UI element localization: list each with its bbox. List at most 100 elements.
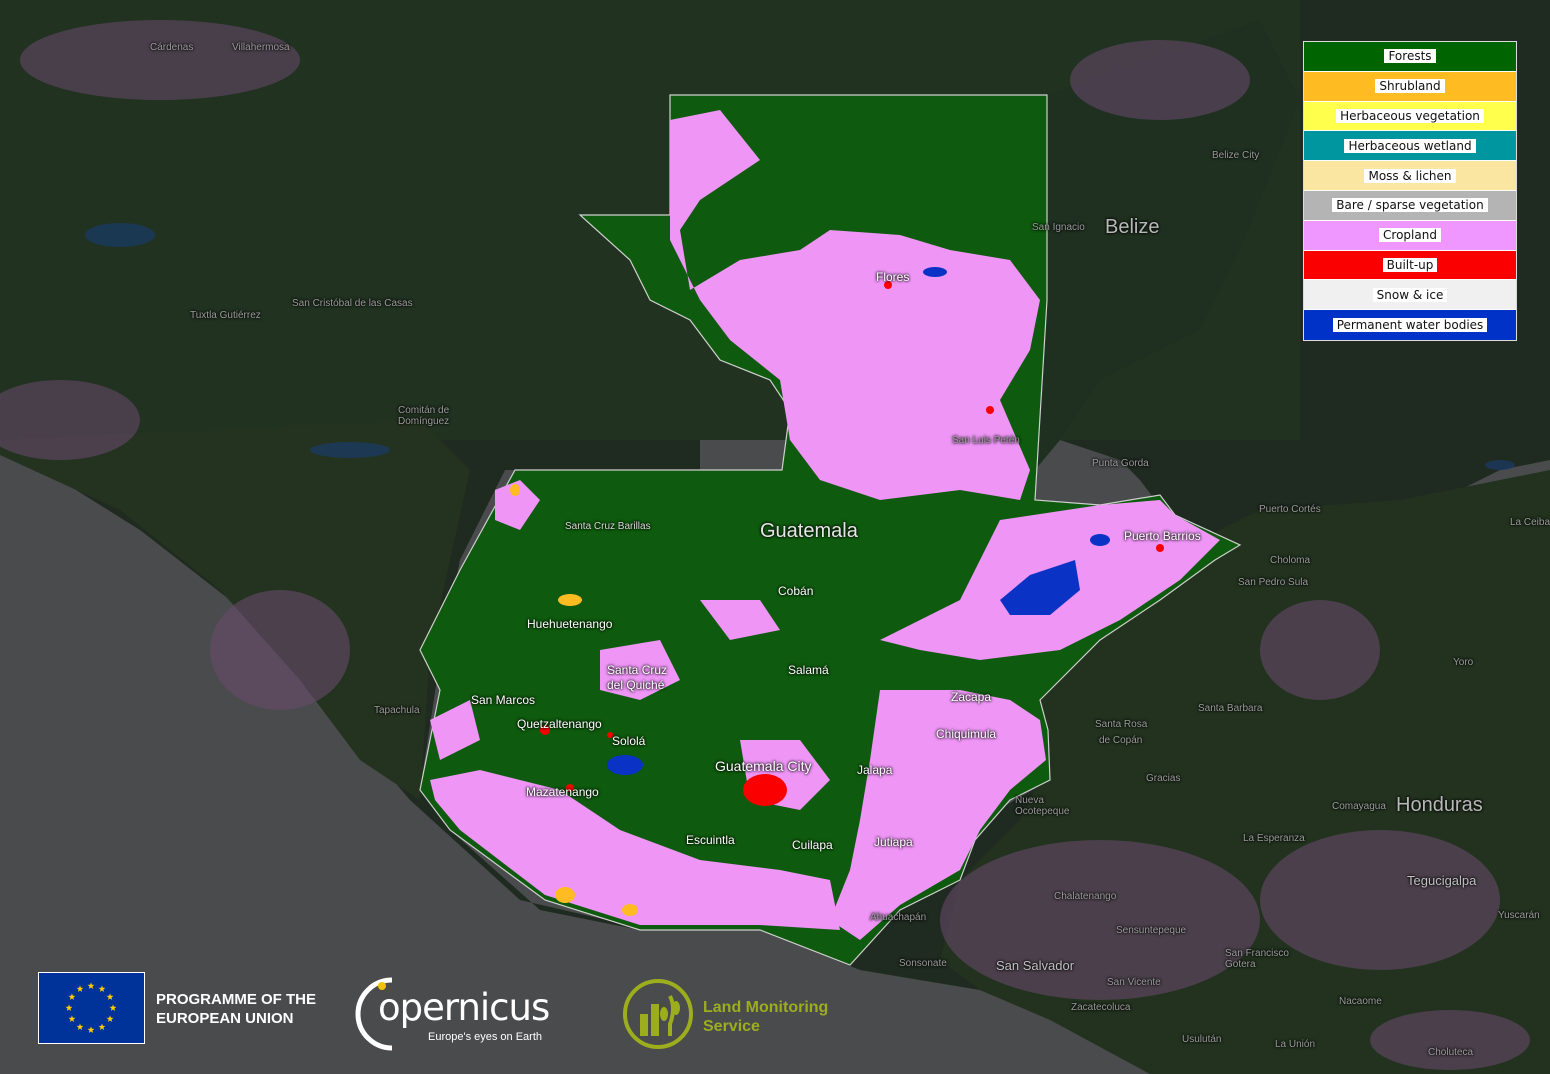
eu-star-icon xyxy=(87,1026,95,1033)
place-label: Puerto Barrios xyxy=(1124,529,1201,543)
place-label: Sonsonate xyxy=(899,958,947,969)
eu-star-icon xyxy=(106,993,114,1000)
place-label: San Pedro Sula xyxy=(1238,577,1309,588)
eu-star-icon xyxy=(76,1023,84,1030)
place-label: San Francisco Gotera xyxy=(1225,948,1289,970)
place-label: San Salvador xyxy=(996,958,1075,973)
place-label: Jutiapa xyxy=(874,835,913,849)
footer: PROGRAMME OF THE EUROPEAN UNION opernicu… xyxy=(0,960,900,1070)
place-label: San Marcos xyxy=(471,693,536,707)
legend-item: Herbaceous vegetation xyxy=(1304,101,1516,132)
place-label: Punta Gorda xyxy=(1092,458,1149,469)
legend-item-label: Snow & ice xyxy=(1372,287,1448,302)
eu-star-icon xyxy=(65,1004,73,1011)
place-label: Chiquimula xyxy=(936,727,997,741)
legend-item: Snow & ice xyxy=(1304,280,1516,311)
place-label: La Unión xyxy=(1275,1039,1316,1050)
legend-item-label: Built-up xyxy=(1382,257,1438,272)
place-label: Usulután xyxy=(1182,1034,1222,1045)
legend-item-label: Cropland xyxy=(1379,228,1441,243)
legend-item: Shrubland xyxy=(1304,71,1516,102)
legend-item: Moss & lichen xyxy=(1304,161,1516,191)
country-label-honduras: Honduras xyxy=(1396,794,1483,816)
place-label: Sensuntepeque xyxy=(1116,925,1187,936)
land-monitoring-text: Land Monitoring Service xyxy=(703,998,828,1036)
place-label: Belize City xyxy=(1212,150,1260,161)
place-label: San Vicente xyxy=(1107,977,1161,988)
legend: Forests Shrubland Herbaceous vegetation Her… xyxy=(1303,41,1517,341)
eu-star-icon xyxy=(68,1015,76,1022)
place-label: Zacapa xyxy=(951,690,992,704)
place-label: Tegucigalpa xyxy=(1407,873,1477,888)
legend-item: Built-up xyxy=(1304,250,1516,281)
place-label: Comayagua xyxy=(1332,801,1386,812)
place-label: Santa Cruz xyxy=(607,663,668,677)
legend-item-label: Herbaceous vegetation xyxy=(1336,108,1484,123)
place-label: Yoro xyxy=(1453,657,1474,668)
place-label: Choloma xyxy=(1270,555,1311,566)
eu-star-icon xyxy=(98,1023,106,1030)
place-label: Nacaome xyxy=(1339,996,1382,1007)
legend-item-label: Shrubland xyxy=(1375,79,1445,94)
eu-text-line: PROGRAMME OF THE xyxy=(156,991,316,1008)
legend-item: Permanent water bodies xyxy=(1304,310,1516,340)
legend-item: Herbaceous wetland xyxy=(1304,131,1516,162)
place-label: San Luis Petén xyxy=(952,435,1020,446)
eu-star-icon xyxy=(106,1015,114,1022)
place-label: del Quiché xyxy=(607,678,665,692)
eu-star-icon xyxy=(68,993,76,1000)
lms-text-line: Land Monitoring xyxy=(703,999,829,1016)
place-label: Santa Rosa xyxy=(1095,719,1148,730)
place-label: Tapachula xyxy=(374,705,420,716)
place-label: Santa Cruz Barillas xyxy=(565,521,651,532)
land-monitoring-logo-icon xyxy=(623,979,693,1049)
place-label: Comitán de Domínguez xyxy=(398,405,450,427)
eu-star-icon xyxy=(98,985,106,992)
place-label: Nueva Ocotepeque xyxy=(1015,795,1070,817)
country-label-guatemala: Guatemala xyxy=(760,520,858,542)
eu-star-icon xyxy=(76,985,84,992)
place-label-part: San Cristóbal de las Casas xyxy=(292,298,413,309)
legend-item-label: Herbaceous wetland xyxy=(1344,138,1476,153)
place-label: Chalatenango xyxy=(1054,891,1117,902)
place-label: Mazatenango xyxy=(526,785,599,799)
place-label: de Copán xyxy=(1099,735,1143,746)
place-label: Gracias xyxy=(1146,773,1181,784)
copernicus-tagline: Europe's eyes on Earth xyxy=(428,1031,543,1043)
place-label: Flores xyxy=(876,270,910,284)
eu-programme-text: PROGRAMME OF THE EUROPEAN UNION xyxy=(156,990,316,1028)
place-label: La Ceiba xyxy=(1510,517,1550,528)
place-label: Yuscarán xyxy=(1498,910,1540,921)
eu-stars-icon xyxy=(65,982,117,1033)
place-label: Puerto Cortés xyxy=(1259,504,1321,515)
lms-text-line: Service xyxy=(703,1018,760,1035)
eu-star-icon xyxy=(109,1004,117,1011)
legend-item: Cropland xyxy=(1304,220,1516,251)
place-label: San Cristóbal de las Casas xyxy=(292,298,413,309)
place-label: Villahermosa xyxy=(232,42,290,53)
place-label: Huehuetenango xyxy=(527,617,613,631)
legend-item-label: Forests xyxy=(1384,49,1436,64)
eu-star-icon xyxy=(87,982,95,989)
place-label: Cobán xyxy=(778,584,814,598)
place-label: Jalapa xyxy=(857,763,893,777)
eu-flag-logo xyxy=(38,972,145,1044)
place-label: Choluteca xyxy=(1428,1047,1474,1058)
copernicus-name: opernicus xyxy=(378,986,550,1029)
place-label: Escuintla xyxy=(686,833,735,847)
place-label: La Esperanza xyxy=(1243,833,1305,844)
place-label: Sololá xyxy=(612,734,646,748)
place-label: Guatemala City xyxy=(715,758,812,774)
place-label: Salamá xyxy=(788,663,829,677)
place-label: Santa Barbara xyxy=(1198,703,1263,714)
legend-item: Forests xyxy=(1304,42,1516,72)
place-label: Ahuachapán xyxy=(870,912,927,923)
place-label: Quetzaltenango xyxy=(517,717,602,731)
legend-item-label: Moss & lichen xyxy=(1364,168,1456,183)
country-label-belize: Belize xyxy=(1105,216,1160,238)
legend-item-label: Permanent water bodies xyxy=(1332,318,1488,333)
eu-text-line: EUROPEAN UNION xyxy=(156,1010,294,1027)
legend-item-label: Bare / sparse vegetation xyxy=(1332,198,1488,213)
place-label: Zacatecoluca xyxy=(1071,1002,1131,1013)
place-label: Cárdenas xyxy=(150,42,194,53)
